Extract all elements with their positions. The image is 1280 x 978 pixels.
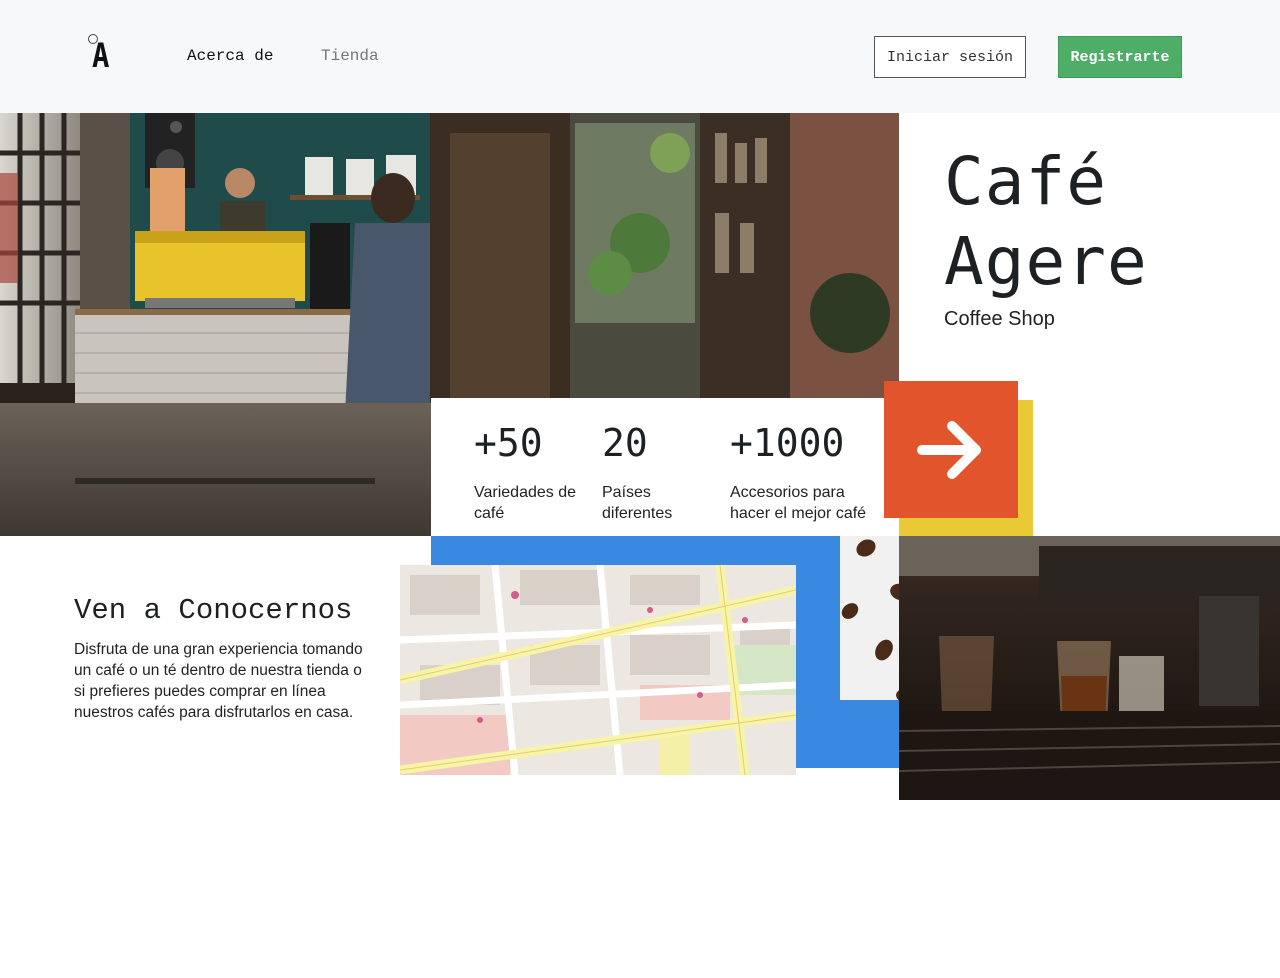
stat-value: 20 xyxy=(602,421,648,465)
page-subtitle: Coffee Shop xyxy=(944,308,1055,330)
stat-accessories: +1000 Accesorios para hacer el mejor caf… xyxy=(730,420,866,524)
stats-card: +50 Variedades de café 20 Países diferen… xyxy=(431,398,901,536)
visit-heading: Ven a Conocernos xyxy=(74,594,353,627)
stat-value: +50 xyxy=(474,421,543,465)
title-line-1: Café xyxy=(944,143,1107,220)
login-button[interactable]: Iniciar sesión xyxy=(874,36,1026,78)
logo[interactable]: A xyxy=(86,32,122,76)
stat-label-line: Variedades de xyxy=(474,484,576,501)
logo-letter: A xyxy=(92,36,110,76)
stat-label: Países diferentes xyxy=(602,482,672,524)
arrow-right-icon xyxy=(917,420,981,479)
stat-label-line: diferentes xyxy=(602,505,673,522)
stat-label: Variedades de café xyxy=(474,482,576,524)
stat-varieties: +50 Variedades de café xyxy=(474,420,576,524)
stat-countries: 20 Países diferentes xyxy=(602,420,672,524)
register-button[interactable]: Registrarte xyxy=(1058,36,1182,78)
title-line-2: Agere xyxy=(944,223,1148,300)
page-title: Café Agere xyxy=(944,142,1148,302)
stat-value: +1000 xyxy=(730,421,845,465)
site-header: A Acerca de Tienda Iniciar sesión Regist… xyxy=(0,0,1280,113)
location-map[interactable] xyxy=(400,565,796,775)
espresso-machine-photo xyxy=(899,536,1280,800)
stat-label-line: Accesorios para xyxy=(730,484,845,501)
stat-label-line: hacer el mejor café xyxy=(730,505,867,522)
stat-label: Accesorios para hacer el mejor café xyxy=(730,482,866,524)
nav-link-shop[interactable]: Tienda xyxy=(321,46,379,66)
cta-arrow-button[interactable] xyxy=(884,381,1018,518)
nav-link-about[interactable]: Acerca de xyxy=(187,46,273,66)
stat-label-line: Países xyxy=(602,484,651,501)
visit-description: Disfruta de una gran experiencia tomando… xyxy=(74,641,363,721)
stat-label-line: café xyxy=(474,505,505,522)
